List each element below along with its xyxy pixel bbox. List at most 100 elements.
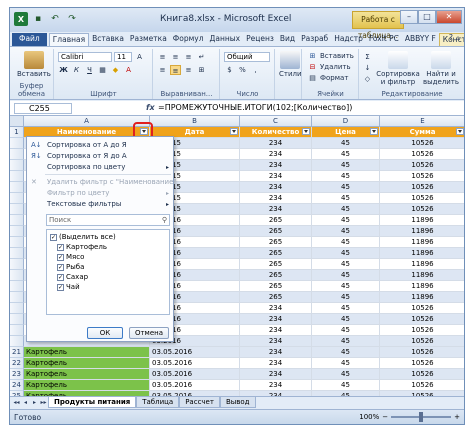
wrap-text-icon[interactable]: ↵	[196, 52, 207, 62]
delete-cells-button[interactable]: Удалить	[320, 63, 351, 71]
table-cell[interactable]: 03.05.2016	[150, 369, 240, 380]
zoom-in-icon[interactable]: +	[454, 413, 460, 421]
grow-font-icon[interactable]: A	[134, 52, 145, 62]
filter-dropdown-icon[interactable]	[230, 128, 238, 135]
prev-sheet-icon[interactable]: ◂	[21, 397, 30, 408]
table-cell[interactable]: 234	[240, 182, 312, 193]
column-header[interactable]: D	[312, 116, 380, 127]
table-cell[interactable]: 11896	[380, 259, 464, 270]
table-cell[interactable]: 234	[240, 325, 312, 336]
table-tools-context-tab[interactable]: Работа с таблица...	[352, 11, 404, 40]
row-header[interactable]	[10, 292, 24, 303]
merge-icon[interactable]: ⊞	[196, 65, 207, 75]
borders-icon[interactable]: ▦	[97, 65, 108, 75]
select-all-corner[interactable]	[10, 116, 24, 127]
table-cell[interactable]: 45	[312, 226, 380, 237]
table-cell[interactable]: Картофель	[24, 369, 150, 380]
close-icon[interactable]: ✕	[436, 10, 462, 24]
row-header[interactable]	[10, 336, 24, 347]
table-cell[interactable]: 234	[240, 193, 312, 204]
table-cell[interactable]: 234	[240, 314, 312, 325]
table-cell[interactable]: 265	[240, 281, 312, 292]
table-cell[interactable]: 03.05.2016	[150, 380, 240, 391]
row-header[interactable]	[10, 325, 24, 336]
tab-abbyy[interactable]: ABBYY F	[402, 33, 439, 46]
insert-cells-icon[interactable]: ⊞	[307, 51, 318, 61]
sheet-tab-calc[interactable]: Рассчет	[179, 397, 220, 408]
insert-function-icon[interactable]: fx	[146, 103, 155, 112]
table-cell[interactable]: 10526	[380, 347, 464, 358]
row-header[interactable]	[10, 204, 24, 215]
table-cell[interactable]: 265	[240, 259, 312, 270]
table-cell[interactable]: 45	[312, 358, 380, 369]
tab-addins[interactable]: Надстр	[331, 33, 366, 46]
table-cell[interactable]: 10526	[380, 325, 464, 336]
table-cell[interactable]: 45	[312, 215, 380, 226]
font-color-icon[interactable]: A	[123, 65, 134, 75]
row-header[interactable]	[10, 237, 24, 248]
sheet-tab-products[interactable]: Продукты питания	[48, 397, 137, 408]
clear-filter-item[interactable]: ✕ Удалить фильтр с "Наименование"	[27, 177, 177, 188]
table-cell[interactable]: 10526	[380, 380, 464, 391]
checkbox[interactable]: ✓	[57, 283, 64, 291]
table-cell[interactable]: 45	[312, 336, 380, 347]
checkbox[interactable]: ✓	[57, 243, 64, 251]
table-cell[interactable]: 10526	[380, 303, 464, 314]
table-cell[interactable]: 10526	[380, 171, 464, 182]
minimize-icon[interactable]: –	[400, 10, 418, 24]
font-size-select[interactable]: 11	[114, 52, 132, 62]
row-header[interactable]: 23	[10, 369, 24, 380]
row-header[interactable]	[10, 281, 24, 292]
zoom-out-icon[interactable]: −	[382, 413, 388, 421]
table-cell[interactable]: 265	[240, 292, 312, 303]
filter-search-input[interactable]: Поиск ⚲	[46, 214, 170, 226]
table-cell[interactable]: 45	[312, 171, 380, 182]
text-filters-item[interactable]: Текстовые фильтры ▸	[27, 199, 173, 210]
checkbox[interactable]: ✓	[57, 263, 64, 271]
table-cell[interactable]: 10526	[380, 138, 464, 149]
table-cell[interactable]: 45	[312, 314, 380, 325]
table-cell[interactable]: 45	[312, 182, 380, 193]
tab-insert[interactable]: Вставка	[89, 33, 127, 46]
table-cell[interactable]: 45	[312, 292, 380, 303]
table-cell[interactable]: 03.05.2016	[150, 358, 240, 369]
sort-color-item[interactable]: Сортировка по цвету ▸	[27, 162, 173, 173]
excel-logo-icon[interactable]: X	[14, 12, 28, 26]
checkbox[interactable]: ✓	[57, 253, 64, 261]
table-cell[interactable]: 45	[312, 303, 380, 314]
tab-review[interactable]: Реценз	[243, 33, 277, 46]
align-middle-icon[interactable]: ≡	[170, 52, 181, 62]
table-cell[interactable]: Картофель	[24, 358, 150, 369]
table-cell[interactable]: 265	[240, 237, 312, 248]
underline-icon[interactable]: Ч	[84, 65, 95, 75]
italic-icon[interactable]: К	[71, 65, 82, 75]
zoom-thumb[interactable]	[419, 412, 424, 422]
last-sheet-icon[interactable]: ▸▸	[39, 397, 48, 408]
table-cell[interactable]: 45	[312, 237, 380, 248]
table-cell[interactable]: 234	[240, 369, 312, 380]
filter-dropdown-icon[interactable]	[456, 128, 464, 135]
table-cell[interactable]: 45	[312, 369, 380, 380]
find-select-button[interactable]: Найти и выделить	[422, 51, 460, 86]
table-cell[interactable]: 45	[312, 259, 380, 270]
table-cell[interactable]: 265	[240, 226, 312, 237]
filter-value-item[interactable]: ✓ Картофель	[57, 242, 107, 252]
table-cell[interactable]: 11896	[380, 270, 464, 281]
fill-icon[interactable]: ↓	[362, 63, 373, 73]
table-cell[interactable]: 234	[240, 380, 312, 391]
row-header[interactable]: 24	[10, 380, 24, 391]
table-cell[interactable]: 11896	[380, 226, 464, 237]
table-cell[interactable]: 11896	[380, 237, 464, 248]
filter-value-item[interactable]: ✓ (Выделить все)	[50, 232, 116, 242]
align-left-icon[interactable]: ≡	[157, 65, 168, 75]
ok-button[interactable]: ОК	[87, 327, 123, 339]
table-cell[interactable]: Картофель	[24, 347, 150, 358]
table-cell[interactable]: 10526	[380, 160, 464, 171]
table-cell[interactable]: 10526	[380, 358, 464, 369]
table-cell[interactable]: 234	[240, 303, 312, 314]
row-header[interactable]: 1	[10, 127, 24, 138]
column-header[interactable]: A	[24, 116, 150, 127]
sort-filter-button[interactable]: Сортировка и фильтр	[376, 51, 420, 86]
name-box[interactable]: C255	[14, 103, 72, 114]
filter-value-item[interactable]: ✓ Рыба	[57, 262, 84, 272]
